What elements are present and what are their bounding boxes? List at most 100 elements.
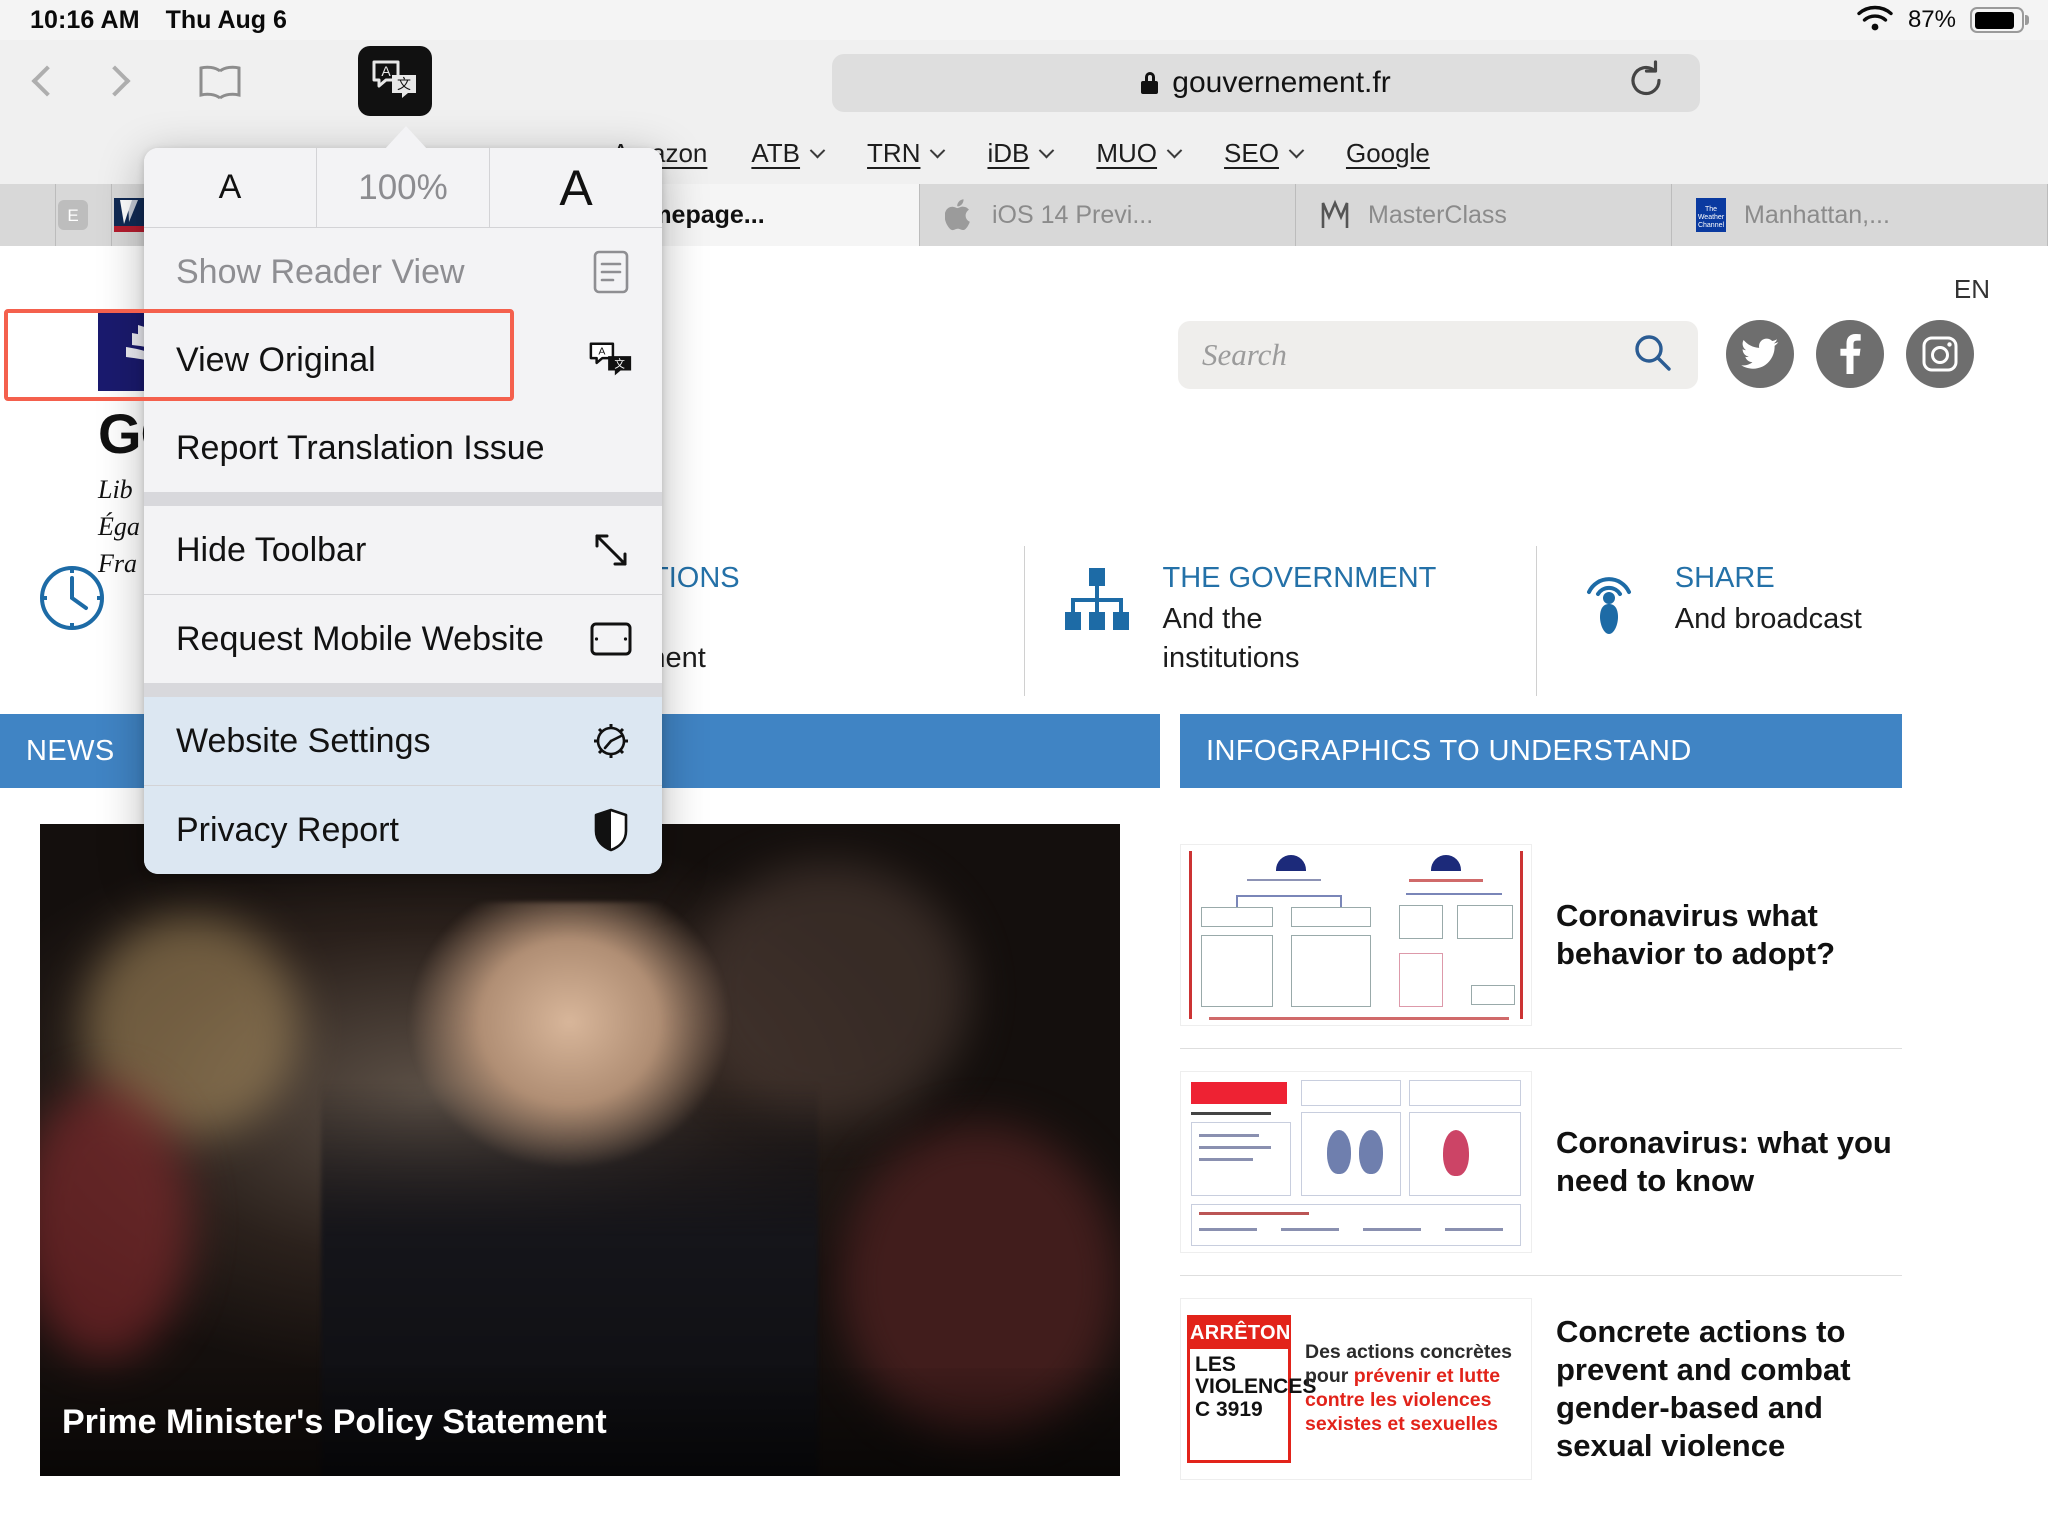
- masterclass-icon: [1318, 198, 1352, 232]
- tablet-icon: [588, 616, 634, 662]
- tab-title: iOS 14 Previ...: [992, 200, 1154, 229]
- infographic-item-1[interactable]: Coronavirus what behavior to adopt?: [1180, 822, 1902, 1049]
- bookmark-atb[interactable]: ATB: [751, 137, 826, 169]
- tab-partial-e[interactable]: E: [56, 184, 112, 246]
- menu-item-request-mobile-website[interactable]: Request Mobile Website: [144, 595, 662, 683]
- facebook-icon[interactable]: [1816, 320, 1884, 388]
- language-switcher[interactable]: EN: [1954, 274, 1990, 305]
- menu-item-hide-toolbar[interactable]: Hide Toolbar: [144, 506, 662, 594]
- menu-item-label: Hide Toolbar: [176, 530, 367, 569]
- clock-time: 10:16 AM: [30, 5, 140, 34]
- forward-chevron-icon[interactable]: [99, 65, 131, 97]
- flag-favicon-icon: [112, 198, 146, 232]
- bookmark-idb[interactable]: iDB: [987, 137, 1055, 169]
- generic-favicon-icon: E: [56, 198, 90, 232]
- screen: 10:16 AM Thu Aug 6 87% A 文 gouvernement.…: [0, 0, 2048, 1536]
- menu-item-label: View Original: [176, 340, 376, 379]
- arretons-violences-thumb: ARRÊTONS LES VIOLENCES C 3919 Des action…: [1180, 1298, 1532, 1480]
- address-bar[interactable]: gouvernement.fr: [832, 54, 1700, 112]
- weather-channel-icon: The Weather Channel: [1694, 198, 1728, 232]
- zoom-decrease-label: A: [218, 168, 242, 206]
- zoom-controls: A 100% A: [144, 148, 662, 228]
- bookmark-label: TRN: [867, 137, 921, 168]
- nav-item-the-government[interactable]: THE GOVERNMENT And the institutions: [1023, 546, 1536, 696]
- twitter-icon[interactable]: [1726, 320, 1794, 388]
- menu-item-label: Report Translation Issue: [176, 428, 545, 467]
- svg-text:文: 文: [397, 76, 411, 92]
- infographic-item-3[interactable]: ARRÊTONS LES VIOLENCES C 3919 Des action…: [1180, 1276, 1902, 1502]
- bookmark-google[interactable]: Google: [1346, 138, 1430, 169]
- svg-text:The: The: [1705, 206, 1717, 213]
- chevron-down-icon: [1166, 142, 1183, 158]
- bookmark-trn[interactable]: TRN: [867, 137, 946, 169]
- reader-view-icon: [588, 249, 634, 295]
- zoom-level-display[interactable]: 100%: [316, 148, 489, 227]
- menu-separator: [144, 492, 662, 506]
- badge-top-text: ARRÊTONS: [1190, 1318, 1304, 1349]
- nav-item-share[interactable]: SHARE And broadcast: [1535, 546, 2048, 696]
- status-bar: 10:16 AM Thu Aug 6 87%: [0, 0, 2048, 40]
- news-banner-label: NEWS: [26, 734, 115, 767]
- zoom-level-label: 100%: [358, 167, 448, 207]
- slogan-line-1: Des actions concrètes: [1305, 1341, 1513, 1364]
- wifi-icon: [1856, 4, 1894, 37]
- reload-icon[interactable]: [1626, 60, 1666, 107]
- zoom-increase-button[interactable]: A: [489, 148, 662, 227]
- slogan-line-4: sexistes et sexuelles: [1305, 1412, 1498, 1435]
- menu-item-report-translation-issue[interactable]: Report Translation Issue: [144, 404, 662, 492]
- back-chevron-icon[interactable]: [31, 65, 63, 97]
- menu-item-show-reader-view[interactable]: Show Reader View: [144, 228, 662, 316]
- svg-text:Channel: Channel: [1698, 222, 1725, 229]
- infographics-banner-label: INFOGRAPHICS TO UNDERSTAND: [1206, 734, 1692, 767]
- tab-ios14[interactable]: iOS 14 Previ...: [920, 184, 1296, 246]
- infographic-item-2[interactable]: Coronavirus: what you need to know: [1180, 1049, 1902, 1276]
- search-input[interactable]: Search: [1178, 321, 1698, 389]
- infographics-list: Coronavirus what behavior to adopt? Coro…: [1180, 822, 1902, 1502]
- slogan-line-3: contre les violences: [1305, 1389, 1492, 1411]
- clock-date: Thu Aug 6: [165, 5, 287, 34]
- menu-item-label: Website Settings: [176, 721, 431, 760]
- menu-item-view-original[interactable]: View Original A 文: [144, 316, 662, 404]
- menu-pointer-arrow: [384, 126, 428, 150]
- menu-item-website-settings[interactable]: Website Settings: [144, 697, 662, 785]
- news-caption-text: Prime Minister's Policy Statement: [62, 1402, 607, 1441]
- bookmark-muo[interactable]: MUO: [1096, 137, 1183, 169]
- translate-icon: A 文: [588, 337, 634, 383]
- svg-text:A: A: [381, 63, 391, 79]
- infographics-banner: INFOGRAPHICS TO UNDERSTAND: [1180, 714, 1902, 788]
- translate-icon: A 文: [370, 57, 420, 106]
- news-hero-image[interactable]: Prime Minister's Policy Statement: [40, 824, 1120, 1476]
- chevron-down-icon: [1288, 142, 1305, 158]
- tab-masterclass[interactable]: MasterClass: [1296, 184, 1672, 246]
- social-links: [1726, 320, 1974, 388]
- zoom-decrease-button[interactable]: A: [144, 148, 316, 227]
- menu-item-label: Show Reader View: [176, 252, 465, 291]
- tab-partial-left[interactable]: [0, 184, 56, 246]
- book-icon[interactable]: [196, 64, 241, 100]
- svg-text:E: E: [67, 206, 78, 225]
- safari-page-settings-menu: A 100% A Show Reader View View Original …: [144, 148, 662, 874]
- status-bar-left: 10:16 AM Thu Aug 6: [0, 6, 287, 35]
- clock-icon: [34, 560, 110, 636]
- tab-manhattan[interactable]: The Weather Channel Manhattan,...: [1672, 184, 2048, 246]
- bookmark-label: iDB: [987, 137, 1030, 168]
- nav-subtitle: And the institutions: [1162, 603, 1300, 674]
- bookmark-label: MUO: [1096, 137, 1158, 168]
- infographic-title: Coronavirus what behavior to adopt?: [1556, 898, 1835, 971]
- tab-title: Manhattan,...: [1744, 200, 1890, 229]
- tab-title: MasterClass: [1368, 200, 1507, 229]
- bookmark-label: ATB: [751, 137, 801, 168]
- search-icon[interactable]: [1632, 332, 1674, 379]
- translate-button[interactable]: A 文: [358, 46, 432, 116]
- decision-tree-thumb: [1180, 844, 1532, 1026]
- slogan-line-2b: prévenir et lutte: [1353, 1365, 1501, 1388]
- instagram-icon[interactable]: [1906, 320, 1974, 388]
- slogan-line-2a: pour: [1305, 1365, 1354, 1388]
- apple-icon: [942, 198, 976, 232]
- badge-line-1: LES: [1195, 1353, 1236, 1376]
- menu-item-label: Privacy Report: [176, 810, 399, 849]
- menu-item-privacy-report[interactable]: Privacy Report: [144, 786, 662, 874]
- bookmark-seo[interactable]: SEO: [1224, 138, 1305, 169]
- chevron-down-icon: [1039, 142, 1055, 158]
- battery-icon: [1970, 7, 2029, 33]
